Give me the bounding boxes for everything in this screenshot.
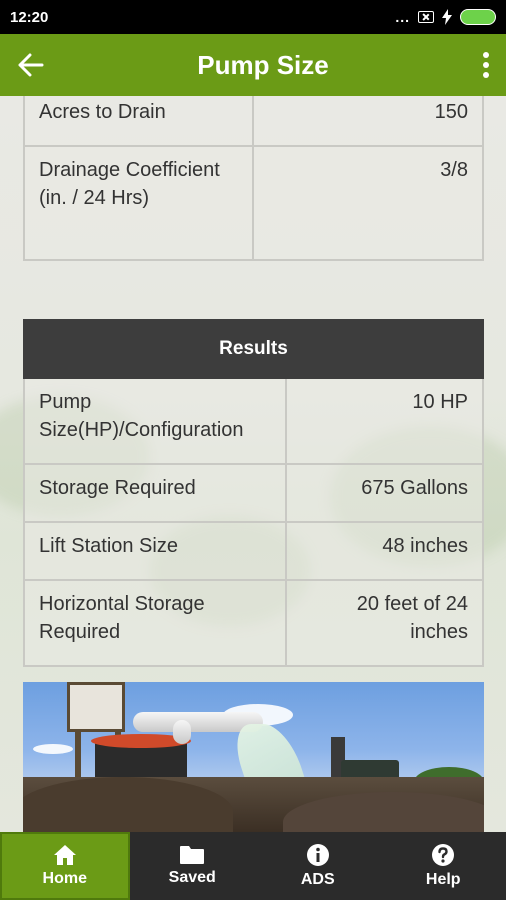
table-row: Pump Size(HP)/Configuration 10 HP bbox=[23, 377, 484, 465]
notification-dots: ... bbox=[395, 9, 410, 25]
back-button[interactable] bbox=[0, 34, 62, 96]
inputs-table: Acres to Drain 150 Drainage Coefficient … bbox=[23, 96, 484, 261]
home-icon bbox=[53, 845, 76, 865]
pump-station-photo bbox=[23, 682, 484, 832]
table-row: Horizontal Storage Required 20 feet of 2… bbox=[23, 579, 484, 667]
results-table: Results Pump Size(HP)/Configuration 10 H… bbox=[23, 319, 484, 667]
overflow-menu-button[interactable] bbox=[466, 34, 506, 96]
table-row: Acres to Drain 150 bbox=[23, 96, 484, 147]
row-label: Acres to Drain bbox=[23, 96, 254, 147]
arrow-left-icon bbox=[18, 53, 44, 77]
row-label: Horizontal Storage Required bbox=[23, 579, 287, 667]
folder-icon bbox=[180, 846, 205, 864]
row-value: 20 feet of 24 inches bbox=[285, 579, 484, 667]
row-label: Drainage Coefficient (in. / 24 Hrs) bbox=[23, 145, 254, 261]
table-row: Storage Required 675 Gallons bbox=[23, 463, 484, 523]
row-label: Storage Required bbox=[23, 463, 287, 523]
row-value: 10 HP bbox=[285, 377, 484, 465]
page-title: Pump Size bbox=[197, 49, 329, 80]
nav-label: Saved bbox=[168, 869, 216, 886]
table-row: Drainage Coefficient (in. / 24 Hrs) 3/8 bbox=[23, 145, 484, 261]
no-sim-icon bbox=[418, 11, 434, 23]
bottom-nav: Home Saved ADS Help bbox=[0, 832, 506, 900]
row-value: 150 bbox=[252, 96, 484, 147]
nav-label: ADS bbox=[300, 871, 335, 888]
charging-icon bbox=[442, 9, 452, 25]
row-value: 3/8 bbox=[252, 145, 484, 261]
more-vert-icon bbox=[483, 52, 489, 58]
help-icon bbox=[432, 844, 455, 866]
clock: 12:20 bbox=[10, 8, 49, 26]
nav-saved[interactable]: Saved bbox=[130, 832, 256, 900]
row-value: 675 Gallons bbox=[285, 463, 484, 523]
content-area[interactable]: Acres to Drain 150 Drainage Coefficient … bbox=[0, 96, 506, 832]
nav-ads[interactable]: ADS bbox=[255, 832, 381, 900]
results-header: Results bbox=[23, 319, 484, 379]
nav-label: Home bbox=[42, 870, 87, 887]
status-bar: 12:20 ... bbox=[0, 0, 506, 34]
battery-icon bbox=[460, 9, 496, 25]
nav-label: Help bbox=[425, 871, 461, 888]
table-row: Lift Station Size 48 inches bbox=[23, 521, 484, 581]
row-label: Lift Station Size bbox=[23, 521, 287, 581]
status-icons: ... bbox=[395, 9, 496, 25]
app-bar: Pump Size bbox=[0, 34, 506, 96]
nav-home[interactable]: Home bbox=[0, 832, 130, 900]
info-icon bbox=[306, 844, 329, 866]
nav-help[interactable]: Help bbox=[381, 832, 506, 900]
row-label: Pump Size(HP)/Configuration bbox=[23, 377, 287, 465]
row-value: 48 inches bbox=[285, 521, 484, 581]
